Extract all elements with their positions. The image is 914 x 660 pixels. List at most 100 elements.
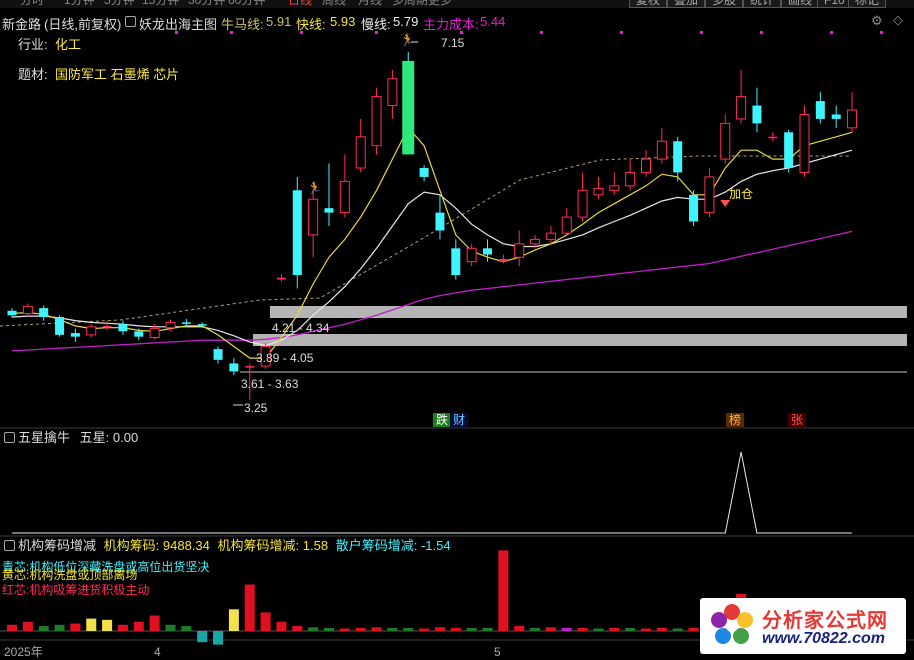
chip-value: 9488.34 (162, 538, 210, 553)
chip-bar (308, 627, 319, 631)
watermark-url: www.70822.com (762, 630, 886, 647)
candle-body (736, 96, 747, 120)
sub2-header[interactable]: 机构筹码增减 机构筹码: 9488.34 机构筹码增减: 1.58 散户筹码增减… (4, 538, 451, 554)
candle-body (419, 168, 429, 177)
candle-body (689, 194, 699, 222)
candle-body (292, 190, 302, 276)
candle-body (451, 248, 461, 276)
cost-label: 主力成本: (423, 17, 479, 32)
candle-body (514, 243, 525, 258)
chip-bar (466, 627, 477, 631)
sub1-value-label: 五星: (79, 430, 110, 445)
candle-body (561, 216, 572, 234)
chip-bar (387, 627, 398, 631)
chip-bar (514, 626, 525, 631)
badge-bang[interactable]: 榜 (726, 413, 744, 427)
candle-body (435, 212, 445, 231)
candle-body (641, 158, 651, 173)
legend-red: 红芯:机构吸筹进货积极主动 (2, 583, 150, 597)
stock-name[interactable]: 新金路 (2, 14, 41, 33)
legend-yellow: 黄芯:机构洗盘或顶部离场 (2, 568, 138, 582)
candle-body (466, 247, 477, 263)
candle-body (339, 180, 350, 214)
chip-bar (419, 628, 430, 631)
indicator-toggle-icon[interactable] (125, 14, 139, 29)
chip-bar (656, 627, 667, 631)
candle-body (229, 363, 239, 372)
candle-body (324, 208, 334, 213)
peak-price-label: 7.15 (441, 36, 465, 50)
candle-body (673, 141, 683, 173)
chip-bar (530, 627, 541, 631)
zone-label-1: 4.21 - 4.34 (272, 321, 330, 335)
badge-cai[interactable]: 财 (450, 413, 468, 427)
chip-bar (371, 627, 382, 631)
candle-body (276, 277, 286, 280)
candle-body (213, 349, 223, 360)
candle-body (165, 321, 176, 329)
breakout-candle-body (402, 60, 415, 155)
runner-icon: 🏃 (307, 181, 322, 195)
badge-zhang[interactable]: 张 (788, 413, 806, 427)
chip-bar (149, 615, 160, 631)
chip-bar (577, 627, 588, 631)
zone-band-2 (253, 334, 907, 346)
candle-body (784, 132, 794, 168)
candle-body (704, 176, 715, 214)
dashed-resistance-line (0, 155, 850, 327)
chip-bar (625, 627, 636, 631)
chip-bar (260, 612, 271, 631)
candle-body (7, 310, 17, 316)
period-label[interactable]: (日线,前复权) (44, 14, 121, 33)
niuma-value: 5.91 (266, 14, 292, 29)
theme-label: 题材: (18, 67, 48, 82)
watermark-logo: 分析家公式网 www.70822.com (700, 598, 906, 654)
candle-body (371, 96, 382, 147)
sub1-header[interactable]: 五星擒牛 五星: 0.00 (4, 430, 138, 446)
chip-bar (688, 627, 699, 631)
chip-bar (403, 627, 414, 631)
sub1-title: 五星擒牛 (18, 430, 71, 445)
candle-body (181, 322, 191, 324)
candle-body (118, 324, 128, 332)
slow-label: 慢线: (361, 17, 391, 32)
indicator-name[interactable]: 妖龙出海主图 (139, 14, 217, 33)
chip-bar (244, 584, 255, 631)
badge-die[interactable]: 跌 (433, 413, 451, 427)
chip-bar (181, 626, 192, 631)
candle-body (656, 140, 667, 160)
x-axis-year: 2025年 (4, 645, 43, 659)
industry-value: 化工 (55, 37, 82, 52)
chip-bar (86, 618, 97, 631)
chip-label: 机构筹码: (103, 538, 160, 553)
candle-body (609, 185, 620, 191)
chip-bar (133, 621, 144, 631)
x-axis-month-4: 4 (154, 645, 161, 659)
jiacang-label: 加仓 (729, 187, 754, 201)
chip-bar (609, 627, 620, 631)
chip-bar (165, 624, 176, 631)
settings-icon[interactable]: ⚙ (871, 13, 883, 29)
candle-body (593, 188, 604, 196)
chip-bar (545, 627, 556, 631)
sub1-toggle-icon[interactable] (4, 432, 15, 443)
signal-dot (700, 31, 703, 34)
candle-body (720, 122, 731, 160)
five-star-line (12, 451, 852, 534)
zone-label-2: 3.89 - 4.05 (256, 351, 314, 365)
candle-body (387, 78, 398, 107)
candle-body (102, 325, 112, 328)
cost-value: 5.44 (480, 14, 506, 29)
diamond-icon[interactable]: ◇ (893, 12, 903, 28)
sub2-toggle-icon[interactable] (4, 540, 15, 551)
chip-bar (102, 619, 113, 631)
chip-bar (197, 631, 208, 643)
candle-body (752, 105, 762, 124)
fast-line (11, 126, 853, 359)
chip-bar (434, 627, 445, 631)
chart-canvas: 🏃🏃 (0, 31, 914, 645)
chip-bar (482, 627, 493, 631)
chip-bar (450, 627, 461, 631)
chip-bar (117, 624, 128, 631)
chip-bar (38, 626, 49, 631)
